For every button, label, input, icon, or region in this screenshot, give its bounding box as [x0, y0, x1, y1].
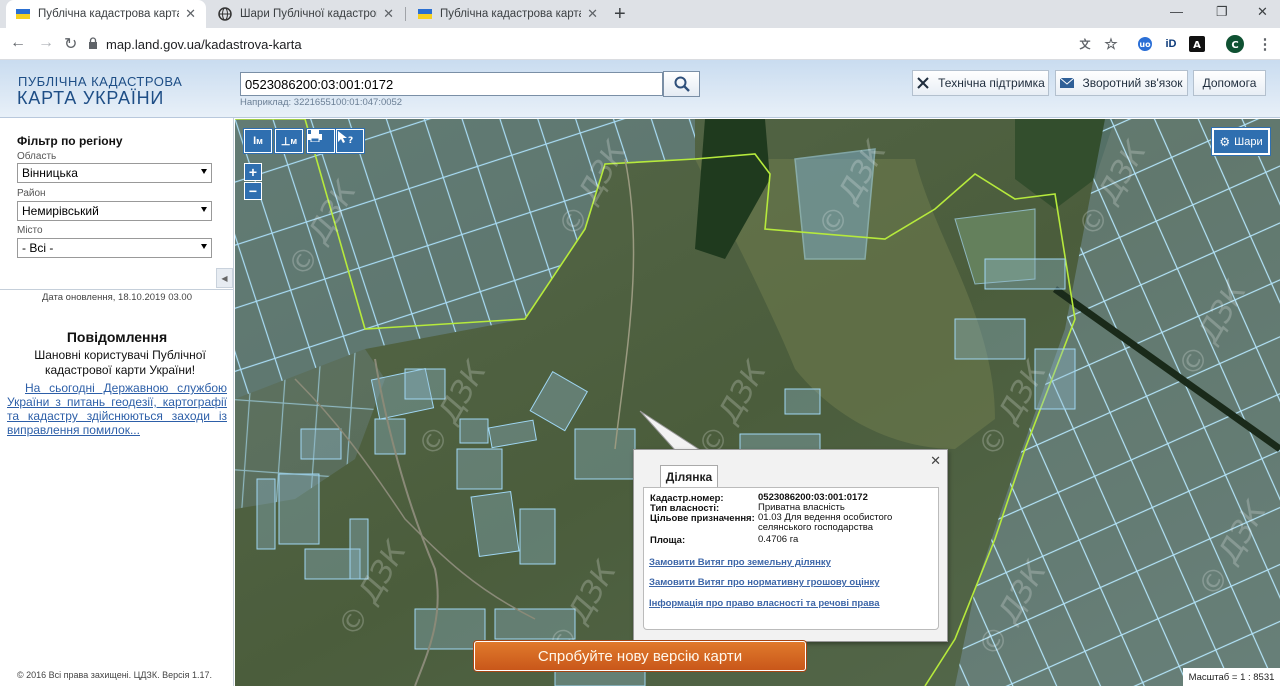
- address-bar[interactable]: map.land.gov.ua/kadastrova-karta: [88, 32, 1128, 56]
- feedback-button[interactable]: Зворотний зв'язок: [1055, 70, 1188, 96]
- chevron-down-icon: [201, 169, 207, 174]
- svg-text:uo: uo: [1139, 40, 1151, 49]
- bookmark-star-icon[interactable]: ☆: [1102, 35, 1120, 53]
- browser-tab-kadastr-1[interactable]: Публічна кадастрова карта Укр ✕: [6, 0, 206, 28]
- menu-kebab-icon[interactable]: ⋮: [1256, 35, 1274, 53]
- order-extract-link[interactable]: Замовити Витяг про земельну ділянку: [649, 557, 831, 568]
- update-date: Дата оновлення, 18.10.2019 03.00: [41, 292, 193, 303]
- help-button[interactable]: Допомога: [1193, 70, 1266, 96]
- city-label: Місто: [17, 225, 43, 236]
- translate-icon[interactable]: 文: [1076, 35, 1094, 53]
- printer-icon: [308, 130, 322, 142]
- notice-greeting: Шановні користувачі Публічної кадастрово…: [34, 348, 206, 377]
- close-tab-icon[interactable]: ✕: [587, 6, 598, 22]
- globe-icon: [218, 7, 232, 21]
- help-label: Допомога: [1202, 76, 1257, 90]
- ukraine-flag-icon: [16, 7, 30, 21]
- tab-parcel[interactable]: Ділянка: [660, 465, 718, 487]
- collapse-sidebar-button[interactable]: ◀: [216, 268, 233, 288]
- close-tab-icon[interactable]: ✕: [185, 6, 196, 22]
- reload-icon[interactable]: ↻: [64, 34, 77, 54]
- popup-body: Кадастр.номер: 0523086200:03:001:0172 Тип…: [643, 487, 939, 630]
- zoom-in-button[interactable]: +: [244, 163, 262, 181]
- browser-toolbar: ← → ↻ map.land.gov.ua/kadastrova-karta 文…: [0, 28, 1280, 60]
- extension-icon[interactable]: uo: [1136, 35, 1154, 53]
- cursor-question-icon: ?: [338, 131, 353, 144]
- svg-text:?: ?: [348, 136, 353, 144]
- svg-text:C: C: [1231, 40, 1238, 51]
- sidebar: Фільтр по регіону Область Вінницька Райо…: [0, 118, 234, 686]
- ownership-info-link[interactable]: Інформація про право власності та речові…: [649, 598, 880, 609]
- filter-title: Фільтр по регіону: [17, 134, 123, 148]
- tab-title: Публічна кадастрова карта Укр: [440, 8, 581, 20]
- site-header: ПУБЛІЧНА КАДАСТРОВА КАРТА УКРАЇНИ Наприк…: [0, 60, 1280, 118]
- close-window-icon[interactable]: ✕: [1257, 4, 1268, 20]
- sidebar-divider: [0, 289, 234, 290]
- tech-support-label: Технічна підтримка: [938, 76, 1045, 90]
- url-text: map.land.gov.ua/kadastrova-karta: [106, 36, 302, 52]
- tab-separator: [405, 7, 406, 21]
- district-value: Немирівський: [22, 204, 99, 218]
- city-select[interactable]: - Всі -: [17, 238, 212, 258]
- region-select[interactable]: Вінницька: [17, 163, 212, 183]
- svg-text:A: A: [1193, 40, 1201, 51]
- layers-button[interactable]: ⚙ Шари: [1212, 128, 1270, 155]
- browser-tab-kadastr-2[interactable]: Публічна кадастрова карта Укр ✕: [408, 0, 608, 28]
- browser-tab-layers[interactable]: Шари Публічної кадастрової ка ✕: [208, 0, 404, 28]
- close-icon[interactable]: ✕: [930, 453, 941, 469]
- notice-link[interactable]: На сьогодні Державною службою України з …: [7, 381, 227, 437]
- lock-icon: [88, 36, 98, 52]
- feedback-label: Зворотний зв'язок: [1082, 76, 1183, 90]
- envelope-icon: [1060, 78, 1075, 88]
- back-icon[interactable]: ←: [10, 34, 26, 52]
- tech-support-button[interactable]: Технічна підтримка: [912, 70, 1049, 96]
- identify-button[interactable]: ?: [336, 129, 364, 153]
- zoom-out-button[interactable]: −: [244, 182, 262, 200]
- region-label: Область: [17, 151, 57, 162]
- chevron-down-icon: [201, 244, 207, 249]
- logo-line1: ПУБЛІЧНА КАДАСТРОВА: [18, 74, 183, 89]
- area-icon: ⊥: [280, 135, 291, 148]
- tools-icon: [917, 77, 929, 89]
- region-value: Вінницька: [22, 166, 78, 180]
- close-tab-icon[interactable]: ✕: [383, 6, 394, 22]
- cadastral-search-input[interactable]: [240, 72, 663, 96]
- layers-label: Шари: [1234, 135, 1263, 148]
- area-tool-button[interactable]: ⊥ м: [275, 129, 303, 153]
- notice-title: Повідомлення: [66, 329, 168, 345]
- ukraine-flag-icon: [418, 7, 432, 21]
- search-icon: [674, 76, 690, 92]
- chevron-down-icon: [201, 207, 207, 212]
- row-purpose: Цільове призначення: 01.03 Для ведення ос…: [650, 512, 893, 533]
- print-button[interactable]: [307, 129, 335, 153]
- order-valuation-link[interactable]: Замовити Витяг про нормативну грошову оц…: [649, 577, 880, 588]
- cadastral-map[interactable]: © ДЗК © ДЗК © ДЗК © ДЗК © ДЗК © ДЗК © ДЗ…: [235, 119, 1280, 686]
- maximize-icon[interactable]: ❐: [1216, 4, 1228, 20]
- new-tab-icon[interactable]: +: [614, 3, 626, 26]
- search-example: Наприклад: 3221655100:01:047:0052: [240, 97, 403, 108]
- id-extension-icon[interactable]: iD: [1162, 35, 1180, 53]
- tab-title: Публічна кадастрова карта Укр: [38, 8, 179, 20]
- parcel-info-popup: ✕ Ділянка Кадастр.номер: 0523086200:03:00…: [633, 449, 948, 642]
- scale-readout: Масштаб = 1 : 8531: [1183, 668, 1280, 686]
- row-area: Площа: 0.4706 га: [650, 534, 799, 547]
- gear-icon: ⚙: [1219, 134, 1231, 149]
- try-new-version-button[interactable]: Спробуйте нову версію карти: [474, 641, 806, 671]
- district-select[interactable]: Немирівський: [17, 201, 212, 221]
- ai-extension-icon[interactable]: A: [1188, 35, 1206, 53]
- ruler-tool-button[interactable]: Iм: [244, 129, 272, 153]
- minimize-icon[interactable]: —: [1170, 4, 1183, 19]
- logo-line2: КАРТА УКРАЇНИ: [17, 88, 165, 108]
- browser-tabstrip: Публічна кадастрова карта Укр ✕ Шари Пуб…: [0, 0, 1280, 28]
- profile-avatar[interactable]: C: [1226, 35, 1244, 53]
- search-button[interactable]: [663, 71, 700, 97]
- city-value: - Всі -: [22, 241, 54, 255]
- tab-title: Шари Публічної кадастрової ка: [240, 8, 377, 20]
- copyright: © 2016 Всі права захищені. ЦДЗК. Версія …: [17, 670, 213, 680]
- forward-icon[interactable]: →: [38, 34, 54, 52]
- district-label: Район: [17, 188, 46, 199]
